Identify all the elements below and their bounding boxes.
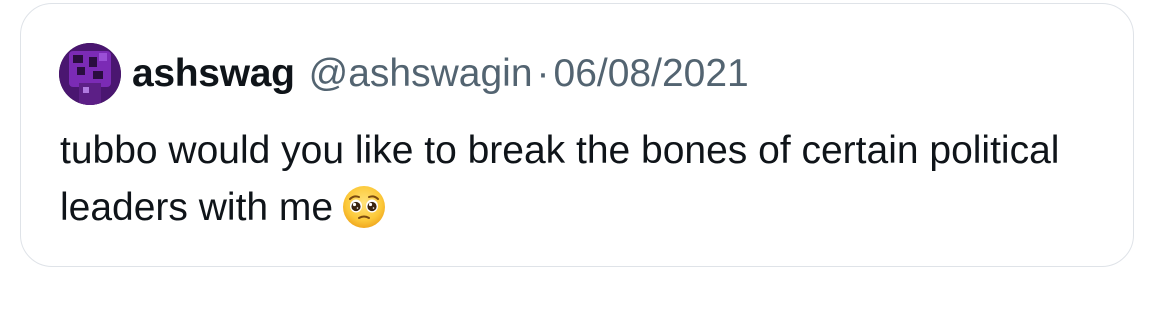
separator-dot: · [536,52,550,95]
tweet-header: ashswag @ashswagin · 06/08/2021 [59,42,749,106]
user-handle[interactable]: @ashswagin [309,52,533,96]
display-name[interactable]: ashswag [132,52,295,96]
pleading-face-emoji-icon [341,184,387,246]
quoted-tweet-card[interactable]: ashswag @ashswagin · 06/08/2021 tubbo wo… [20,3,1134,267]
tweet-date[interactable]: 06/08/2021 [554,52,749,96]
avatar-image-icon [59,43,121,105]
avatar[interactable] [59,43,121,105]
tweet-body: tubbo would you like to break the bones … [60,122,1100,246]
tweet-text: tubbo would you like to break the bones … [60,129,1060,229]
